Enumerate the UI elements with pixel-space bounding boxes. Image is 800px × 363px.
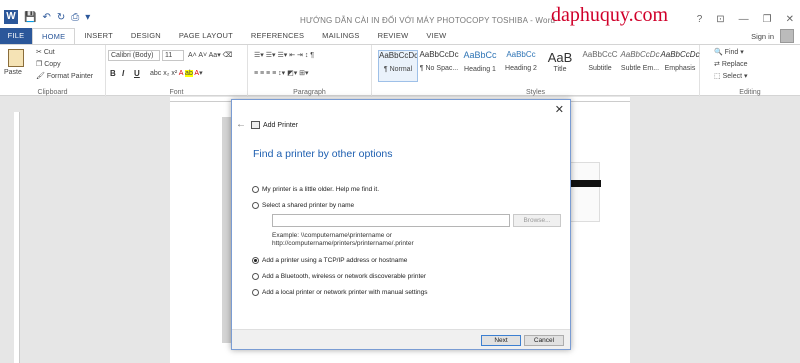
dialog-footer: Next Cancel [232,329,570,349]
tab-view[interactable]: VIEW [417,28,455,44]
style-subtle-emphasis[interactable]: AaBbCcDc Subtle Em... [620,50,660,82]
paste-icon[interactable] [8,49,24,67]
ribbon-display-icon[interactable]: ⊡ [716,14,724,25]
printer-icon [251,121,260,129]
restore-icon[interactable]: ❐ [763,14,772,25]
font-size-combo[interactable]: 11 [162,50,184,61]
copy-icon: ❐ [36,61,43,68]
editing-group: 🔍 Find ▾ ⇄ Replace ⬚ Select ▾ Editing [700,45,800,97]
print-preview-icon[interactable]: ⎙ [71,12,79,23]
avatar[interactable] [780,29,794,43]
text-effects-icon[interactable]: abc x₂ x² A ab A▾ [150,69,203,77]
add-printer-dialog: ✕ ← Add Printer Find a printer by other … [231,99,571,350]
select-button[interactable]: ⬚ Select ▾ [714,72,748,80]
browse-button[interactable]: Browse... [513,214,561,227]
next-button[interactable]: Next [481,335,521,346]
underline-button[interactable]: U [134,69,140,78]
bold-button[interactable]: B [110,69,116,78]
shared-printer-name-input[interactable] [272,214,510,227]
style-normal[interactable]: AaBbCcDc ¶ Normal [378,50,418,82]
clipboard-group: Paste ✂ Cut ❐ Copy 🖌 Format Painter Clip… [0,45,106,97]
styles-group: AaBbCcDc ¶ Normal AaBbCcDc ¶ No Spac... … [372,45,700,97]
paragraph-group: ☰▾ ☰▾ ☰▾ ⇤ ⇥ ↕ ¶ ≡ ≡ ≡ ≡ ↕▾ ◩▾ ⊞▾ Paragr… [248,45,372,97]
radio-button[interactable] [252,273,259,280]
style-emphasis[interactable]: AaBbCcDc Emphasis [660,50,700,82]
option-shared-printer[interactable]: Select a shared printer by name [252,202,354,209]
replace-icon: ⇄ [714,61,720,68]
title-bar: W 💾 ↶ ↻ ⎙ ▾ HƯỚNG DẪN CÀI IN ĐỐI VỚI MÁY… [0,0,800,28]
italic-button[interactable]: I [122,69,124,78]
format-painter-button[interactable]: 🖌 Format Painter [36,72,93,80]
font-name-combo[interactable]: Calibri (Body) [108,50,160,61]
ribbon: Paste ✂ Cut ❐ Copy 🖌 Format Painter Clip… [0,44,800,97]
back-arrow-icon[interactable]: ← [236,119,246,130]
window-controls: ? ⊡ — ❐ ✕ [697,14,794,25]
tab-page-layout[interactable]: PAGE LAYOUT [170,28,242,44]
style-heading-1[interactable]: AaBbCc Heading 1 [460,50,500,82]
clipboard-label: Clipboard [37,89,68,96]
sign-in-link[interactable]: Sign in [751,32,774,41]
cut-button[interactable]: ✂ Cut [36,48,55,56]
quick-access-toolbar: W 💾 ↶ ↻ ⎙ ▾ [4,10,90,24]
minimize-icon[interactable]: — [739,14,749,25]
cancel-button[interactable]: Cancel [524,335,564,346]
close-icon[interactable]: ✕ [555,103,564,116]
save-icon[interactable]: 💾 [24,12,36,23]
font-label: Font [169,89,184,96]
replace-button[interactable]: ⇄ Replace [714,60,748,68]
bullets-icon[interactable]: ☰▾ ☰▾ ☰▾ ⇤ ⇥ ↕ ¶ [254,51,314,59]
tab-home[interactable]: HOME [32,28,76,44]
vertical-ruler[interactable] [14,112,20,363]
embedded-screenshot-image [570,162,601,222]
style-no-spacing[interactable]: AaBbCcDc ¶ No Spac... [419,50,459,82]
select-icon: ⬚ [714,73,721,80]
dialog-title: Add Printer [263,122,299,129]
styles-label: Styles [525,89,546,96]
window-title: HƯỚNG DẪN CÀI IN ĐỐI VỚI MÁY PHOTOCOPY T… [300,16,556,25]
paste-button[interactable]: Paste [4,69,22,76]
undo-icon[interactable]: ↶ [42,12,50,23]
find-button[interactable]: 🔍 Find ▾ [714,48,744,56]
style-heading-2[interactable]: AaBbCc Heading 2 [501,50,541,82]
radio-button[interactable] [252,202,259,209]
option-older-printer[interactable]: My printer is a little older. Help me fi… [252,186,379,193]
paragraph-label: Paragraph [293,89,326,96]
tab-file[interactable]: FILE [0,28,32,44]
style-subtitle[interactable]: AaBbCcC Subtitle [580,50,620,82]
word-logo-icon: W [4,10,18,24]
font-group: Calibri (Body) 11 A˄ A˅ Aa▾ ⌫ B I U abc … [106,45,248,97]
style-title[interactable]: AaB Title [540,50,580,82]
option-bluetooth-wireless[interactable]: Add a Bluetooth, wireless or network dis… [252,273,426,280]
find-icon: 🔍 [714,49,723,56]
tab-review[interactable]: REVIEW [369,28,418,44]
radio-button[interactable] [252,289,259,296]
align-icon[interactable]: ≡ ≡ ≡ ≡ ↕▾ ◩▾ ⊞▾ [254,69,309,77]
ribbon-tabs: FILE HOME INSERT DESIGN PAGE LAYOUT REFE… [0,28,800,44]
help-icon[interactable]: ? [697,14,703,25]
option-tcp-ip[interactable]: Add a printer using a TCP/IP address or … [252,257,407,264]
option-local-printer[interactable]: Add a local printer or network printer w… [252,289,427,296]
dialog-heading: Find a printer by other options [253,148,393,160]
redo-icon[interactable]: ↻ [57,12,65,23]
tab-mailings[interactable]: MAILINGS [313,28,368,44]
close-icon[interactable]: ✕ [786,14,794,25]
grow-font-icon[interactable]: A˄ A˅ Aa▾ ⌫ [188,51,233,59]
paintbrush-icon: 🖌 [36,73,45,80]
scissors-icon: ✂ [36,49,42,56]
radio-button[interactable] [252,257,259,264]
tab-insert[interactable]: INSERT [75,28,122,44]
brand-watermark: daphuquy.com [551,4,669,26]
editing-label: Editing [739,89,761,96]
customize-qat-icon[interactable]: ▾ [85,12,90,23]
tab-design[interactable]: DESIGN [122,28,170,44]
radio-button[interactable] [252,186,259,193]
example-text: Example: \\computername\printername or h… [272,232,414,247]
tab-references[interactable]: REFERENCES [242,28,313,44]
copy-button[interactable]: ❐ Copy [36,60,61,68]
